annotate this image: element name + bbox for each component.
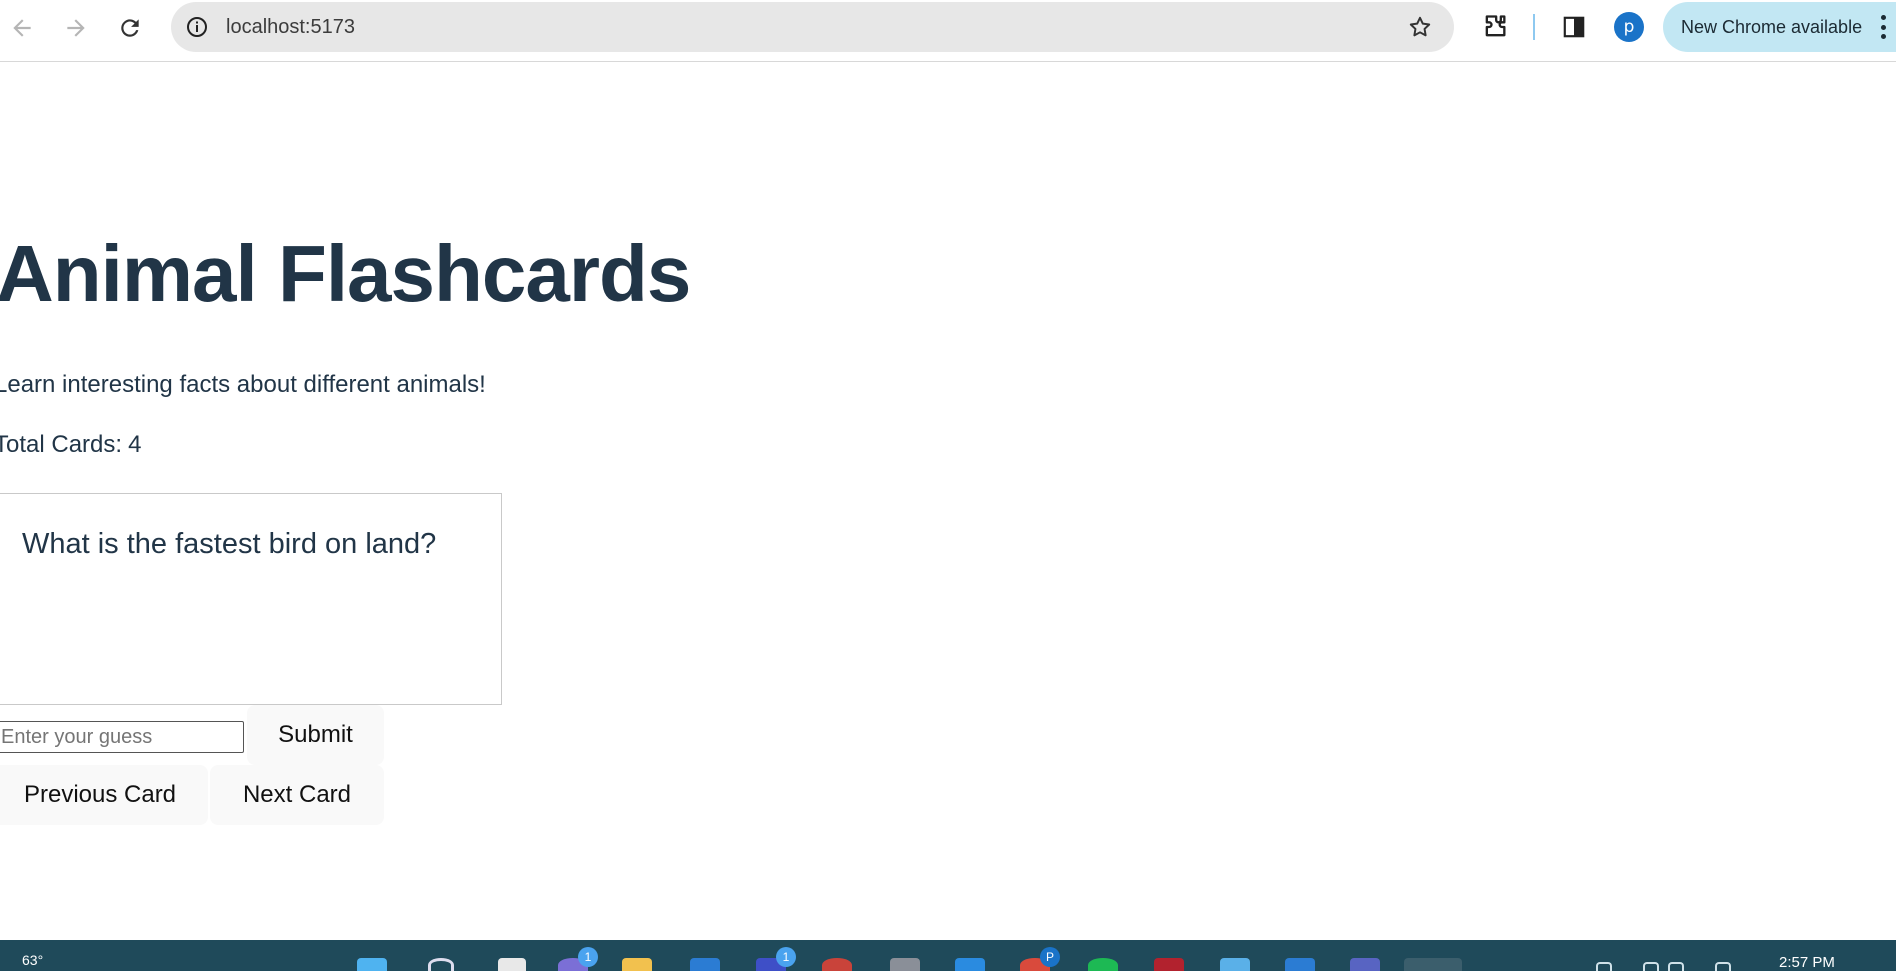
search-icon[interactable] bbox=[428, 958, 454, 971]
app-badge: 1 bbox=[776, 947, 796, 967]
card-question: What is the fastest bird on land? bbox=[22, 528, 437, 560]
outlook-icon[interactable] bbox=[1285, 958, 1315, 971]
task-view-icon[interactable] bbox=[498, 958, 526, 971]
puzzle-icon[interactable] bbox=[1479, 11, 1511, 43]
info-icon[interactable] bbox=[183, 13, 211, 41]
file-explorer-icon[interactable] bbox=[622, 958, 652, 971]
teams-badge: 1 bbox=[578, 947, 598, 967]
submit-button[interactable]: Submit bbox=[247, 705, 384, 765]
chrome-icon[interactable] bbox=[822, 958, 852, 971]
windows-start-icon[interactable] bbox=[357, 958, 387, 971]
total-cards-count: 4 bbox=[128, 431, 142, 458]
profile-avatar[interactable]: p bbox=[1614, 12, 1644, 42]
calendar-icon[interactable] bbox=[1220, 958, 1250, 971]
active-window-icon[interactable] bbox=[1404, 958, 1462, 971]
browser-window: localhost:5173 p New Chrome available An… bbox=[0, 0, 1896, 971]
url-text[interactable]: localhost:5173 bbox=[226, 16, 355, 39]
arrow-left-icon bbox=[13, 19, 31, 37]
page-subtitle: Learn interesting facts about different … bbox=[0, 371, 486, 398]
guess-input[interactable] bbox=[0, 721, 244, 753]
flashcard[interactable]: What is the fastest bird on land? bbox=[0, 493, 502, 705]
star-icon[interactable] bbox=[1406, 13, 1434, 41]
side-panel-icon[interactable] bbox=[1558, 11, 1590, 43]
previous-card-button[interactable]: Previous Card bbox=[0, 765, 208, 825]
back-button[interactable] bbox=[2, 8, 42, 48]
total-cards: Total Cards: 4 bbox=[0, 431, 141, 459]
next-card-button[interactable]: Next Card bbox=[210, 765, 384, 825]
reload-icon bbox=[121, 19, 139, 37]
clock[interactable]: 2:57 PM bbox=[1779, 954, 1835, 971]
vscode-icon[interactable] bbox=[955, 958, 985, 971]
profile-badge: P bbox=[1040, 947, 1060, 967]
settings-icon[interactable] bbox=[890, 958, 920, 971]
taskbar: 63° 1 1 P 2:57 PM bbox=[0, 940, 1896, 971]
toolbar-divider bbox=[1533, 14, 1535, 40]
total-cards-label: Total Cards: bbox=[0, 431, 123, 458]
intellij-icon[interactable] bbox=[1154, 958, 1184, 971]
forward-button[interactable] bbox=[56, 8, 96, 48]
spotify-icon[interactable] bbox=[1088, 958, 1118, 971]
chrome-update-chip[interactable]: New Chrome available bbox=[1663, 2, 1896, 52]
people-icon[interactable] bbox=[1350, 958, 1380, 971]
arrow-right-icon bbox=[67, 19, 85, 37]
wifi-icon[interactable] bbox=[1643, 962, 1659, 971]
update-label: New Chrome available bbox=[1681, 16, 1863, 37]
volume-icon[interactable] bbox=[1668, 962, 1684, 971]
reload-button[interactable] bbox=[110, 8, 150, 48]
battery-icon[interactable] bbox=[1715, 962, 1731, 971]
browser-toolbar: localhost:5173 p New Chrome available bbox=[0, 0, 1896, 62]
mail-icon[interactable] bbox=[690, 958, 720, 971]
weather-temperature[interactable]: 63° bbox=[22, 952, 43, 968]
address-bar[interactable]: localhost:5173 bbox=[171, 2, 1454, 52]
tray-refresh-icon[interactable] bbox=[1596, 962, 1612, 971]
kebab-menu-icon[interactable] bbox=[1880, 15, 1886, 39]
page-title: Animal Flashcards bbox=[0, 229, 691, 318]
